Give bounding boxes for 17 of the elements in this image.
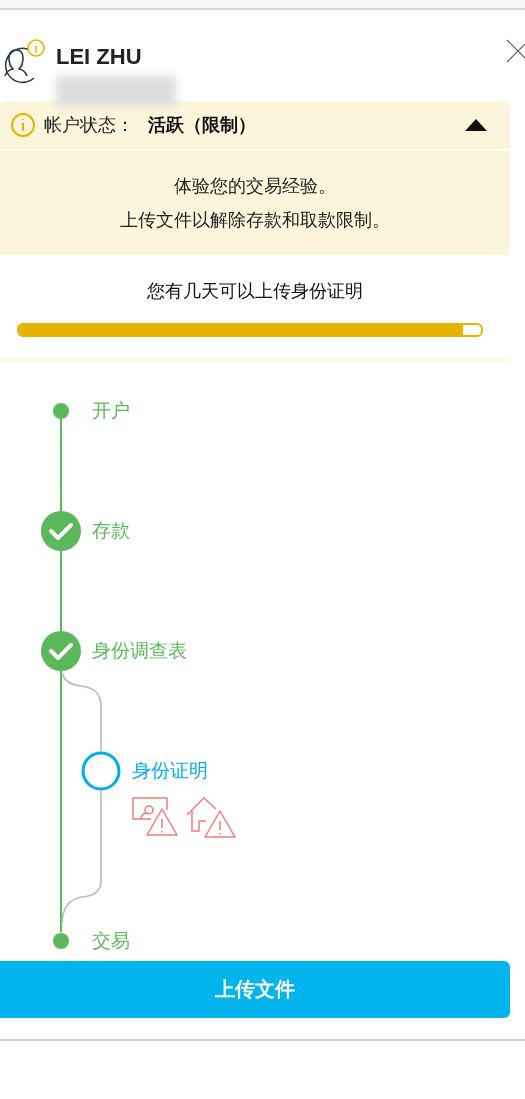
house-warning-icon[interactable] bbox=[186, 797, 236, 839]
id-card-warning-icon[interactable] bbox=[132, 797, 180, 839]
close-button[interactable] bbox=[505, 38, 525, 64]
status-value: 活跃（限制） bbox=[148, 113, 256, 137]
step-label: 交易 bbox=[92, 928, 130, 953]
collapse-button[interactable] bbox=[464, 118, 488, 132]
status-message: 上传文件以解除存款和取款限制。 bbox=[119, 208, 391, 232]
info-icon bbox=[10, 112, 36, 138]
status-label: 帐户状态： bbox=[44, 113, 134, 137]
step-label: 开户 bbox=[92, 398, 130, 423]
upload-button[interactable]: 上传文件 bbox=[0, 961, 510, 1018]
status-message: 体验您的交易经验。 bbox=[173, 174, 337, 198]
step-label: 身份调查表 bbox=[92, 638, 187, 663]
step-label[interactable]: 身份证明 bbox=[132, 758, 208, 784]
step-label: 存款 bbox=[92, 518, 130, 543]
user-name: LEI ZHU bbox=[56, 44, 143, 70]
deadline-text: 您有几天可以上传身份证明 bbox=[146, 279, 364, 303]
